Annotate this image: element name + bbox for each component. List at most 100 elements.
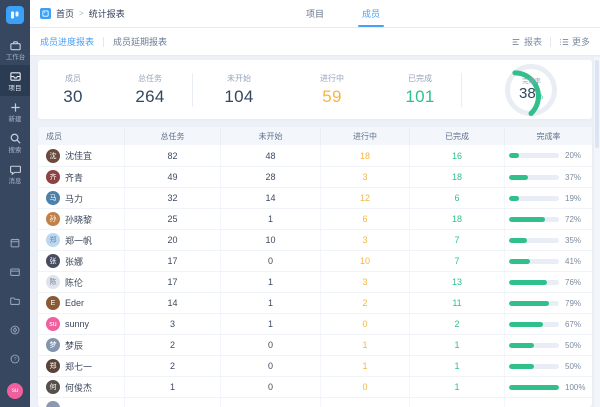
done-count: 1 [409,377,504,397]
in-progress-count: 1 [320,356,409,376]
done-count: 7 [409,251,504,271]
progress-bar [509,175,559,180]
column-header-not-started[interactable]: 未开始 [220,127,320,145]
total-tasks: 20 [124,230,220,250]
scrollbar-thumb[interactable] [595,60,599,148]
stat-value: 30 [63,87,83,107]
in-progress-count: 2 [320,293,409,313]
completion-label: 完成率 [522,77,541,86]
tab-projects[interactable]: 项目 [302,0,328,27]
in-progress-count: 3 [320,230,409,250]
table-row[interactable]: 齐齐青492831837% [38,166,592,187]
report-button[interactable]: 报表 [511,35,542,48]
total-tasks: 17 [124,272,220,292]
in-progress-count: 18 [320,145,409,166]
member-name: 张娜 [65,255,83,268]
table-row[interactable]: 梦梦辰201150% [38,334,592,355]
completion-unit: % [537,94,543,103]
card-icon[interactable] [9,265,21,283]
completion-rate-cell: 72% [504,209,592,229]
table-row[interactable]: susunny310267% [38,313,592,334]
progress-bar [509,322,559,327]
subtab-member-delay[interactable]: 成员延期报表 [113,35,167,48]
total-tasks: 25 [124,209,220,229]
column-header-done[interactable]: 已完成 [409,127,504,145]
table-row[interactable]: 郑郑七一201150% [38,355,592,376]
in-progress-count: 10 [320,251,409,271]
svg-text:?: ? [13,357,16,363]
rate-label: 37% [565,173,581,182]
member-name: 梦辰 [65,339,83,352]
plus-icon [9,101,22,114]
top-bar: 首页 > 统计报表 项目 成员 [30,0,600,28]
not-started-count [220,398,320,407]
member-name: 郑七一 [65,360,92,373]
table-row[interactable]: 沈沈佳宜8248181620% [38,145,592,166]
report-subtabs: 成员进度报表 成员延期报表 [40,35,167,48]
column-header-member[interactable]: 成员 [38,127,124,145]
folder-icon[interactable] [9,294,21,312]
scrollbar-track[interactable] [593,57,600,407]
not-started-count: 0 [220,377,320,397]
subtab-member-progress[interactable]: 成员进度报表 [40,35,94,48]
tab-members[interactable]: 成员 [358,0,384,27]
completion-rate-cell: 19% [504,188,592,208]
breadcrumb-home-icon[interactable] [40,8,51,19]
done-count: 1 [409,335,504,355]
schedule-icon[interactable] [9,236,21,254]
progress-bar [509,238,559,243]
compass-icon[interactable] [9,323,21,341]
in-progress-count [320,398,409,407]
table-row[interactable]: 陈陈伦17131376% [38,271,592,292]
column-header-total[interactable]: 总任务 [124,127,220,145]
projects-icon [9,70,22,83]
table-row[interactable]: 孙孙晓黎25161872% [38,208,592,229]
not-started-count: 1 [220,314,320,334]
member-report-table: 成员 总任务 未开始 进行中 已完成 完成率 沈沈佳宜8248181620%齐齐… [38,127,592,407]
report-icon [511,37,521,47]
done-count: 1 [409,356,504,376]
user-avatar[interactable]: su [7,383,23,399]
not-started-count: 14 [220,188,320,208]
in-progress-count: 1 [320,335,409,355]
sidebar-item-label: 新建 [9,116,22,122]
in-progress-count: 3 [320,272,409,292]
sidebar: 工作台 项目 新建 搜索 消息 [0,0,30,407]
sidebar-item-workbench[interactable]: 工作台 [0,34,30,65]
total-tasks: 14 [124,293,220,313]
breadcrumb: 首页 > 统计报表 [40,7,125,20]
table-row[interactable]: 何何俊杰1001100% [38,376,592,397]
table-row[interactable]: 马马力321412619% [38,187,592,208]
table-row[interactable]: 张张娜17010741% [38,250,592,271]
not-started-count: 28 [220,167,320,187]
table-row[interactable] [38,397,592,407]
teambition-logo[interactable] [6,6,24,24]
more-button[interactable]: 更多 [559,35,590,48]
table-row[interactable]: EEder14121179% [38,292,592,313]
done-count: 2 [409,314,504,334]
avatar: 何 [46,380,60,394]
done-count: 16 [409,145,504,166]
sidebar-item-new[interactable]: 新建 [0,96,30,127]
summary-stats: 成员30总任务264未开始104进行中59已完成101 [38,73,462,107]
rate-label: 50% [565,362,581,371]
stat-label: 总任务 [138,73,162,84]
table-row[interactable]: 郑郑一帆20103735% [38,229,592,250]
sidebar-item-label: 搜索 [9,147,22,153]
breadcrumb-current: 统计报表 [89,7,125,20]
help-icon[interactable]: ? [9,352,21,370]
member-name: Eder [65,298,84,308]
total-tasks: 3 [124,314,220,334]
member-name: 陈伦 [65,276,83,289]
column-header-in-progress[interactable]: 进行中 [320,127,409,145]
member-name: 郑一帆 [65,234,92,247]
column-header-rate[interactable]: 完成率 [504,127,592,145]
member-name: 沈佳宜 [65,149,92,162]
sidebar-item-projects[interactable]: 项目 [0,65,30,96]
sidebar-item-messages[interactable]: 消息 [0,158,30,189]
sidebar-item-search[interactable]: 搜索 [0,127,30,158]
breadcrumb-home[interactable]: 首页 [56,7,74,20]
toolbar-actions: 报表 更多 [511,35,590,48]
member-name: 孙晓黎 [65,213,92,226]
avatar: 郑 [46,359,60,373]
